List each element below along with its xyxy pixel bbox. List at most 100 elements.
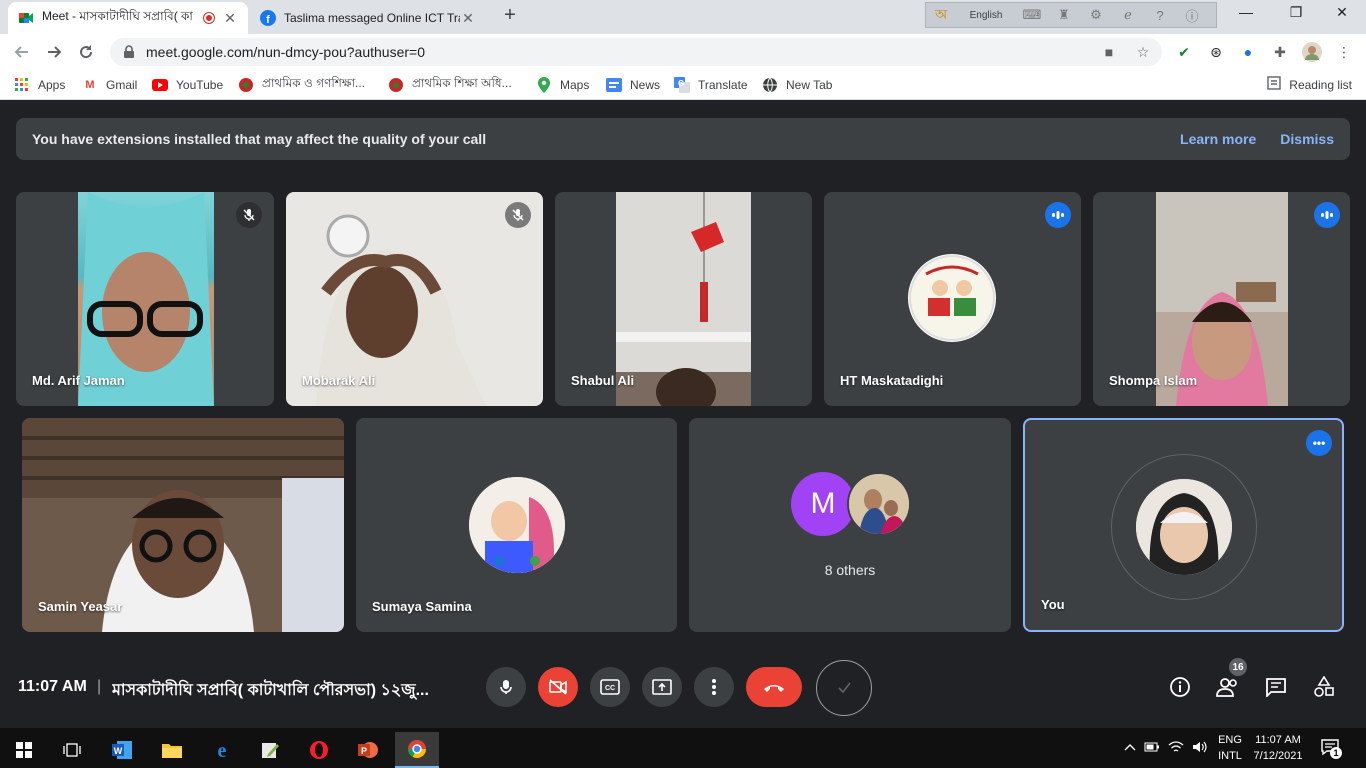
learn-more-link[interactable]: Learn more [1180, 131, 1256, 147]
camera-off-button[interactable] [538, 667, 578, 707]
svg-text:G: G [678, 79, 684, 88]
settings-icon[interactable]: ⚙ [1080, 7, 1112, 23]
camera-off-icon [549, 679, 567, 695]
input-language: ENG [1218, 734, 1242, 746]
taskbar-clock[interactable]: 11:07 AM 7/12/2021 [1250, 732, 1306, 764]
input-layout: INTL [1218, 750, 1242, 762]
task-view-button[interactable] [50, 732, 94, 768]
browser-icon[interactable]: ℯ [1112, 7, 1144, 23]
tab-meet[interactable]: Meet - মাসকাটাদীঘি সপ্রাবি( কা ✕ [8, 2, 248, 34]
chat-button[interactable] [1263, 674, 1289, 700]
close-tab-icon[interactable]: ✕ [460, 10, 476, 27]
meeting-details-button[interactable] [1167, 674, 1193, 700]
taskbar-chrome[interactable] [395, 732, 439, 768]
language-bar[interactable]: অ English ⌨ ♜ ⚙ ℯ ? ⓘ [925, 2, 1217, 28]
tab-facebook[interactable]: f Taslima messaged Online ICT Trai ✕ [250, 2, 486, 34]
dismiss-button[interactable]: Dismiss [1280, 131, 1334, 147]
bookmark-star-icon[interactable]: ☆ [1134, 44, 1152, 60]
participant-name: Md. Arif Jaman [32, 373, 125, 388]
activities-button[interactable] [1311, 674, 1337, 700]
keyboard-icon[interactable]: ⌨ [1016, 7, 1048, 23]
info-icon[interactable]: ⓘ [1176, 6, 1208, 25]
svg-text:CC: CC [605, 685, 615, 692]
help-icon[interactable]: ? [1144, 8, 1176, 23]
recording-icon [204, 13, 214, 23]
participant-name: Shompa Islam [1109, 373, 1198, 388]
participant-tile-others[interactable]: M 8 others [689, 418, 1011, 632]
taskbar-powerpoint[interactable]: P [346, 732, 390, 768]
participant-tile-shompa-islam[interactable]: Shompa Islam [1093, 192, 1350, 406]
tool-icon[interactable]: ♜ [1048, 7, 1080, 23]
action-center-button[interactable]: 1 [1320, 738, 1346, 760]
reading-list-icon [1267, 76, 1281, 93]
reading-list-button[interactable]: Reading list [1267, 76, 1352, 93]
participant-avatar-letter: M [791, 472, 855, 536]
bookmark-gmail[interactable]: M Gmail [82, 76, 137, 94]
present-screen-button[interactable] [642, 667, 682, 707]
input-language-indicator[interactable]: ENG INTL [1214, 732, 1246, 764]
checkmark-extension-icon[interactable]: ✔ [1174, 42, 1194, 62]
bookmark-youtube[interactable]: YouTube [152, 76, 223, 94]
minimize-button[interactable]: — [1226, 4, 1266, 20]
close-window-button[interactable]: ✕ [1322, 4, 1362, 21]
gmail-icon: M [85, 79, 95, 91]
info-icon [1170, 677, 1190, 697]
edge-icon: e [218, 740, 227, 760]
bookmark-primary-directorate[interactable]: প্রাথমিক শিক্ষা অধি... [388, 76, 512, 94]
clock-time: 11:07 AM [1255, 734, 1301, 746]
puzzle-extensions-icon[interactable]: ✚ [1270, 42, 1290, 62]
more-vert-icon [712, 679, 716, 695]
more-options-button[interactable] [694, 667, 734, 707]
extension-action-button[interactable] [816, 660, 872, 716]
new-tab-button[interactable]: + [498, 4, 522, 27]
battery-icon[interactable] [1140, 742, 1164, 755]
more-options-icon[interactable]: ••• [1306, 430, 1332, 456]
camera-permission-icon[interactable]: ■ [1100, 44, 1118, 60]
task-view-icon [63, 743, 81, 757]
people-button[interactable]: 16 [1215, 658, 1247, 700]
leave-call-button[interactable] [746, 667, 802, 707]
bookmark-new-tab[interactable]: New Tab [762, 76, 832, 94]
extension-icon[interactable]: ⊛ [1206, 42, 1226, 62]
bookmark-news[interactable]: News [606, 76, 660, 94]
chrome-menu-icon[interactable]: ⋮ [1334, 42, 1354, 62]
profile-extension-icon[interactable]: ● [1238, 42, 1258, 62]
mic-icon [500, 680, 512, 694]
microphone-button[interactable] [486, 667, 526, 707]
captions-button[interactable]: CC [590, 667, 630, 707]
bookmark-translate[interactable]: G Translate [674, 76, 748, 94]
address-bar[interactable]: meet.google.com/nun-dmcy-pou?authuser=0 … [110, 38, 1162, 66]
bookmark-primary-education[interactable]: প্রাথমিক ও গণশিক্ষা... [238, 76, 365, 94]
participant-count-badge: 16 [1229, 658, 1247, 676]
taskbar-edge[interactable]: e [200, 732, 244, 768]
taskbar-notepad[interactable] [248, 732, 292, 768]
youtube-icon [152, 77, 168, 93]
maximize-button[interactable]: ❐ [1276, 4, 1316, 21]
participant-tile-md-arif-jaman[interactable]: Md. Arif Jaman [16, 192, 274, 406]
participant-tile-sumaya-samina[interactable]: Sumaya Samina [356, 418, 677, 632]
volume-icon[interactable] [1188, 741, 1212, 756]
back-button[interactable] [10, 40, 34, 64]
participant-tile-samin-yeasar[interactable]: Samin Yeasar [22, 418, 344, 632]
participant-tile-self[interactable]: ••• You [1023, 418, 1344, 632]
participant-tile-shabul-ali[interactable]: Shabul Ali [555, 192, 812, 406]
taskbar-file-explorer[interactable] [150, 732, 194, 768]
taskbar-word[interactable]: W [100, 732, 144, 768]
participant-tile-mobarak-ali[interactable]: Mobarak Ali [286, 192, 543, 406]
bookmark-maps[interactable]: Maps [536, 76, 589, 94]
participant-tile-ht-maskatadighi[interactable]: HT Maskatadighi [824, 192, 1081, 406]
forward-button[interactable] [42, 40, 66, 64]
activities-shapes-icon [1314, 676, 1334, 697]
bookmark-apps[interactable]: Apps [14, 76, 65, 94]
wifi-icon[interactable] [1164, 740, 1188, 756]
url-text: meet.google.com/nun-dmcy-pou?authuser=0 [146, 44, 426, 60]
show-hidden-icons-icon[interactable] [1120, 742, 1140, 754]
start-button[interactable] [2, 732, 46, 768]
taskbar-opera[interactable] [297, 732, 341, 768]
participant-video [616, 192, 751, 406]
profile-avatar-icon[interactable] [1302, 42, 1322, 62]
reload-button[interactable] [74, 40, 98, 64]
bookmark-label: YouTube [176, 78, 224, 92]
participant-avatar [847, 472, 911, 536]
close-tab-icon[interactable]: ✕ [222, 10, 238, 27]
